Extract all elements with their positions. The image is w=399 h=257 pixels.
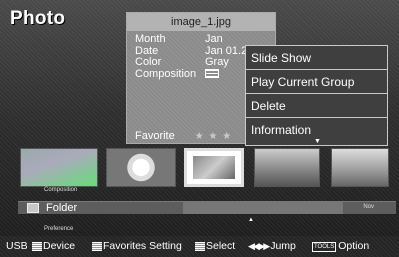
select-help[interactable]: Select	[195, 236, 235, 257]
info-value-month: Jan	[205, 33, 223, 45]
jump-label: Jump	[270, 240, 296, 252]
menu-item-play-current-group[interactable]: Play Current Group	[246, 70, 387, 94]
thumbnail-1[interactable]	[20, 148, 98, 187]
select-label: Select	[206, 240, 236, 252]
folder-label: Folder	[46, 202, 78, 214]
info-rows: Month Jan Date Jan 01.2 Color Gray Compo…	[135, 33, 247, 81]
red-key-icon	[32, 242, 42, 251]
jump-help[interactable]: ◀◀ ▶▶ Jump	[248, 236, 296, 257]
green-key-icon	[92, 242, 102, 251]
info-row-composition: Composition	[135, 67, 247, 81]
menu-item-slide-show[interactable]: Slide Show	[246, 46, 387, 70]
tools-popup-menu: Slide Show Play Current Group Delete Inf…	[245, 45, 388, 146]
thumbnail-3-selected[interactable]	[184, 148, 244, 187]
tools-key-icon: TOOLS	[312, 241, 337, 252]
nav-month-label: Nov	[363, 204, 374, 210]
folder-icon	[27, 203, 39, 213]
menu-item-delete[interactable]: Delete	[246, 94, 387, 118]
composition-icon-wrap	[205, 69, 219, 81]
folder-group-bar[interactable]: Folder Nov	[18, 201, 396, 215]
scroll-up-icon[interactable]: ▲	[248, 217, 254, 223]
info-label-composition: Composition	[135, 67, 197, 80]
option-help[interactable]: TOOLS Option	[312, 236, 369, 257]
thumbnail-4[interactable]	[254, 148, 320, 187]
composition-icon	[205, 69, 219, 79]
jump-arrows-icon: ◀◀ ▶▶	[248, 241, 270, 251]
info-value-color: Gray	[205, 56, 229, 68]
favorites-help[interactable]: Favorites Setting	[92, 236, 182, 257]
photo-browser-screen: Photo image_1.jpg Month Jan Date Jan 01.…	[0, 0, 399, 257]
option-label: Option	[338, 240, 370, 252]
thumbnail-5[interactable]	[331, 148, 389, 187]
favorite-row: Favorite ★ ★ ★	[135, 130, 232, 142]
group-scroll-region[interactable]	[183, 202, 343, 214]
preference-group-label: Preference	[44, 226, 74, 232]
info-row-color: Color Gray	[135, 56, 247, 69]
device-help[interactable]: Device	[32, 236, 75, 257]
info-label-month: Month	[135, 33, 166, 45]
info-row-month: Month Jan	[135, 33, 247, 46]
favorite-label: Favorite	[135, 130, 175, 142]
favorite-stars-icon: ★ ★ ★	[194, 130, 233, 142]
info-label-color: Color	[135, 56, 162, 68]
source-usb: USB	[6, 236, 28, 257]
thumbnail-2[interactable]	[106, 148, 176, 187]
source-label: USB	[6, 240, 28, 252]
bottom-help-bar: USB Device Favorites Setting Select ◀◀ ▶…	[0, 236, 399, 257]
favorites-label: Favorites Setting	[103, 240, 182, 252]
menu-scroll-down-icon[interactable]: ▼	[314, 138, 321, 145]
device-label: Device	[43, 240, 76, 252]
app-title: Photo	[10, 8, 66, 29]
yellow-key-icon	[195, 242, 205, 251]
composition-group-label: Composition	[44, 187, 78, 193]
image-filename: image_1.jpg	[127, 13, 275, 31]
